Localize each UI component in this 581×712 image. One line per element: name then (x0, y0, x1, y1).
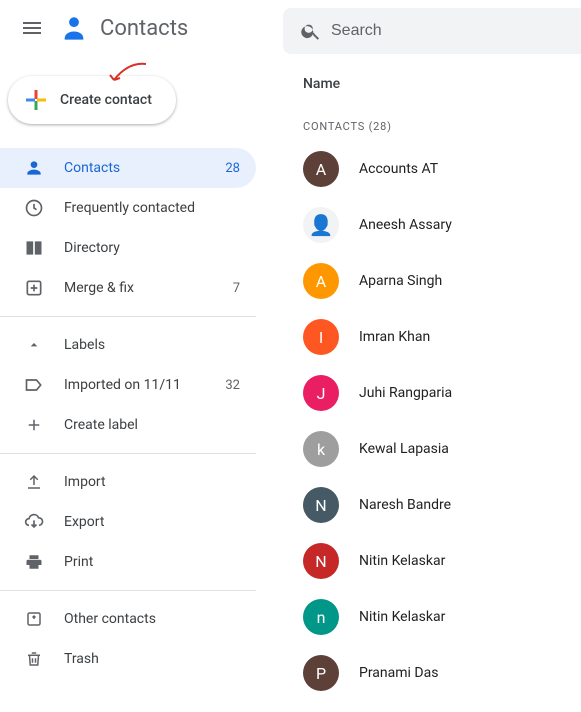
sidebar-label-imported[interactable]: Imported on 11/11 32 (0, 365, 256, 405)
section-header: CONTACTS (28) (283, 104, 581, 141)
label-icon (24, 375, 44, 395)
avatar: A (303, 151, 339, 187)
contact-name: Naresh Bandre (359, 497, 451, 513)
upload-icon (24, 472, 44, 492)
cloud-download-icon (24, 512, 44, 532)
contact-name: Nitin Kelaskar (359, 553, 445, 569)
sidebar-item-count: 7 (233, 281, 240, 296)
plus-multicolor-icon (24, 88, 48, 112)
sidebar-create-label[interactable]: Create label (0, 405, 256, 445)
chevron-up-icon (24, 335, 44, 355)
contact-name: Aneesh Assary (359, 217, 452, 233)
contact-name: Pranami Das (359, 665, 438, 681)
sidebar-item-label: Create label (64, 417, 240, 433)
column-header-name: Name (283, 64, 581, 104)
sidebar-item-contacts[interactable]: Contacts 28 (0, 148, 256, 188)
create-contact-label: Create contact (60, 92, 152, 108)
search-input[interactable] (331, 22, 573, 40)
contact-row[interactable]: n Nitin Kelaskar (283, 589, 581, 645)
contact-row[interactable]: A Aparna Singh (283, 253, 581, 309)
main-content: Name CONTACTS (28) A Accounts AT 👤 Aneesh A… (283, 64, 581, 712)
sidebar-item-label: Merge & fix (64, 280, 213, 296)
contact-row[interactable]: N Nitin Kelaskar (283, 533, 581, 589)
sidebar-item-trash[interactable]: Trash (0, 639, 256, 679)
app-title: Contacts (100, 16, 188, 41)
contact-name: Aparna Singh (359, 273, 442, 289)
menu-button[interactable] (8, 4, 56, 52)
archive-icon (24, 609, 44, 629)
search-icon (291, 11, 331, 51)
divider (0, 316, 256, 317)
sidebar-item-other[interactable]: Other contacts (0, 599, 256, 639)
avatar: n (303, 599, 339, 635)
sidebar-item-label: Directory (64, 240, 240, 256)
history-icon (24, 198, 44, 218)
sidebar-item-label: Import (64, 474, 240, 490)
avatar: A (303, 263, 339, 299)
person-icon (24, 158, 44, 178)
sidebar-labels-header: Labels (64, 337, 240, 353)
avatar: I (303, 319, 339, 355)
sidebar-item-merge[interactable]: Merge & fix 7 (0, 268, 256, 308)
sidebar-item-directory[interactable]: Directory (0, 228, 256, 268)
divider (0, 590, 256, 591)
search-bar[interactable] (283, 8, 581, 54)
sidebar-item-import[interactable]: Import (0, 462, 256, 502)
sidebar-item-label: Other contacts (64, 611, 240, 627)
contact-row[interactable]: J Juhi Rangparia (283, 365, 581, 421)
divider (0, 453, 256, 454)
sidebar-item-frequent[interactable]: Frequently contacted (0, 188, 256, 228)
print-icon (24, 552, 44, 572)
contact-name: Accounts AT (359, 161, 438, 177)
contact-row[interactable]: 👤 Aneesh Assary (283, 197, 581, 253)
contact-name: Nitin Kelaskar (359, 609, 445, 625)
avatar: k (303, 431, 339, 467)
contact-row[interactable]: N Naresh Bandre (283, 477, 581, 533)
sidebar-labels-toggle[interactable]: Labels (0, 325, 256, 365)
directory-icon (24, 238, 44, 258)
sidebar-item-print[interactable]: Print (0, 542, 256, 582)
sidebar-item-label: Export (64, 514, 240, 530)
sidebar-item-label: Contacts (64, 160, 205, 176)
contact-row[interactable]: P Pranami Das (283, 645, 581, 701)
hamburger-icon (20, 16, 44, 40)
contact-name: Kewal Lapasia (359, 441, 449, 457)
trash-icon (24, 649, 44, 669)
contact-row[interactable]: A Accounts AT (283, 141, 581, 197)
sidebar-item-count: 28 (225, 161, 240, 176)
avatar: N (303, 487, 339, 523)
avatar: N (303, 543, 339, 579)
create-contact-button[interactable]: Create contact (8, 76, 176, 124)
sidebar-item-label: Frequently contacted (64, 200, 240, 216)
app-logo[interactable]: Contacts (60, 14, 188, 42)
contact-row[interactable]: k Kewal Lapasia (283, 421, 581, 477)
sidebar-item-count: 32 (225, 378, 240, 393)
sidebar: Contacts 28 Frequently contacted Directo… (0, 148, 256, 679)
contact-name: Juhi Rangparia (359, 385, 452, 401)
avatar: 👤 (303, 207, 339, 243)
contacts-logo-icon (60, 14, 88, 42)
contact-name: Imran Khan (359, 329, 430, 345)
sidebar-item-label: Trash (64, 651, 240, 667)
sidebar-item-label: Imported on 11/11 (64, 377, 205, 393)
sidebar-item-label: Print (64, 554, 240, 570)
contact-row[interactable]: I Imran Khan (283, 309, 581, 365)
contact-list: A Accounts AT 👤 Aneesh Assary A Aparna Singh I… (283, 141, 581, 701)
sidebar-item-export[interactable]: Export (0, 502, 256, 542)
avatar: J (303, 375, 339, 411)
merge-icon (24, 278, 44, 298)
plus-icon (24, 415, 44, 435)
avatar: P (303, 655, 339, 691)
